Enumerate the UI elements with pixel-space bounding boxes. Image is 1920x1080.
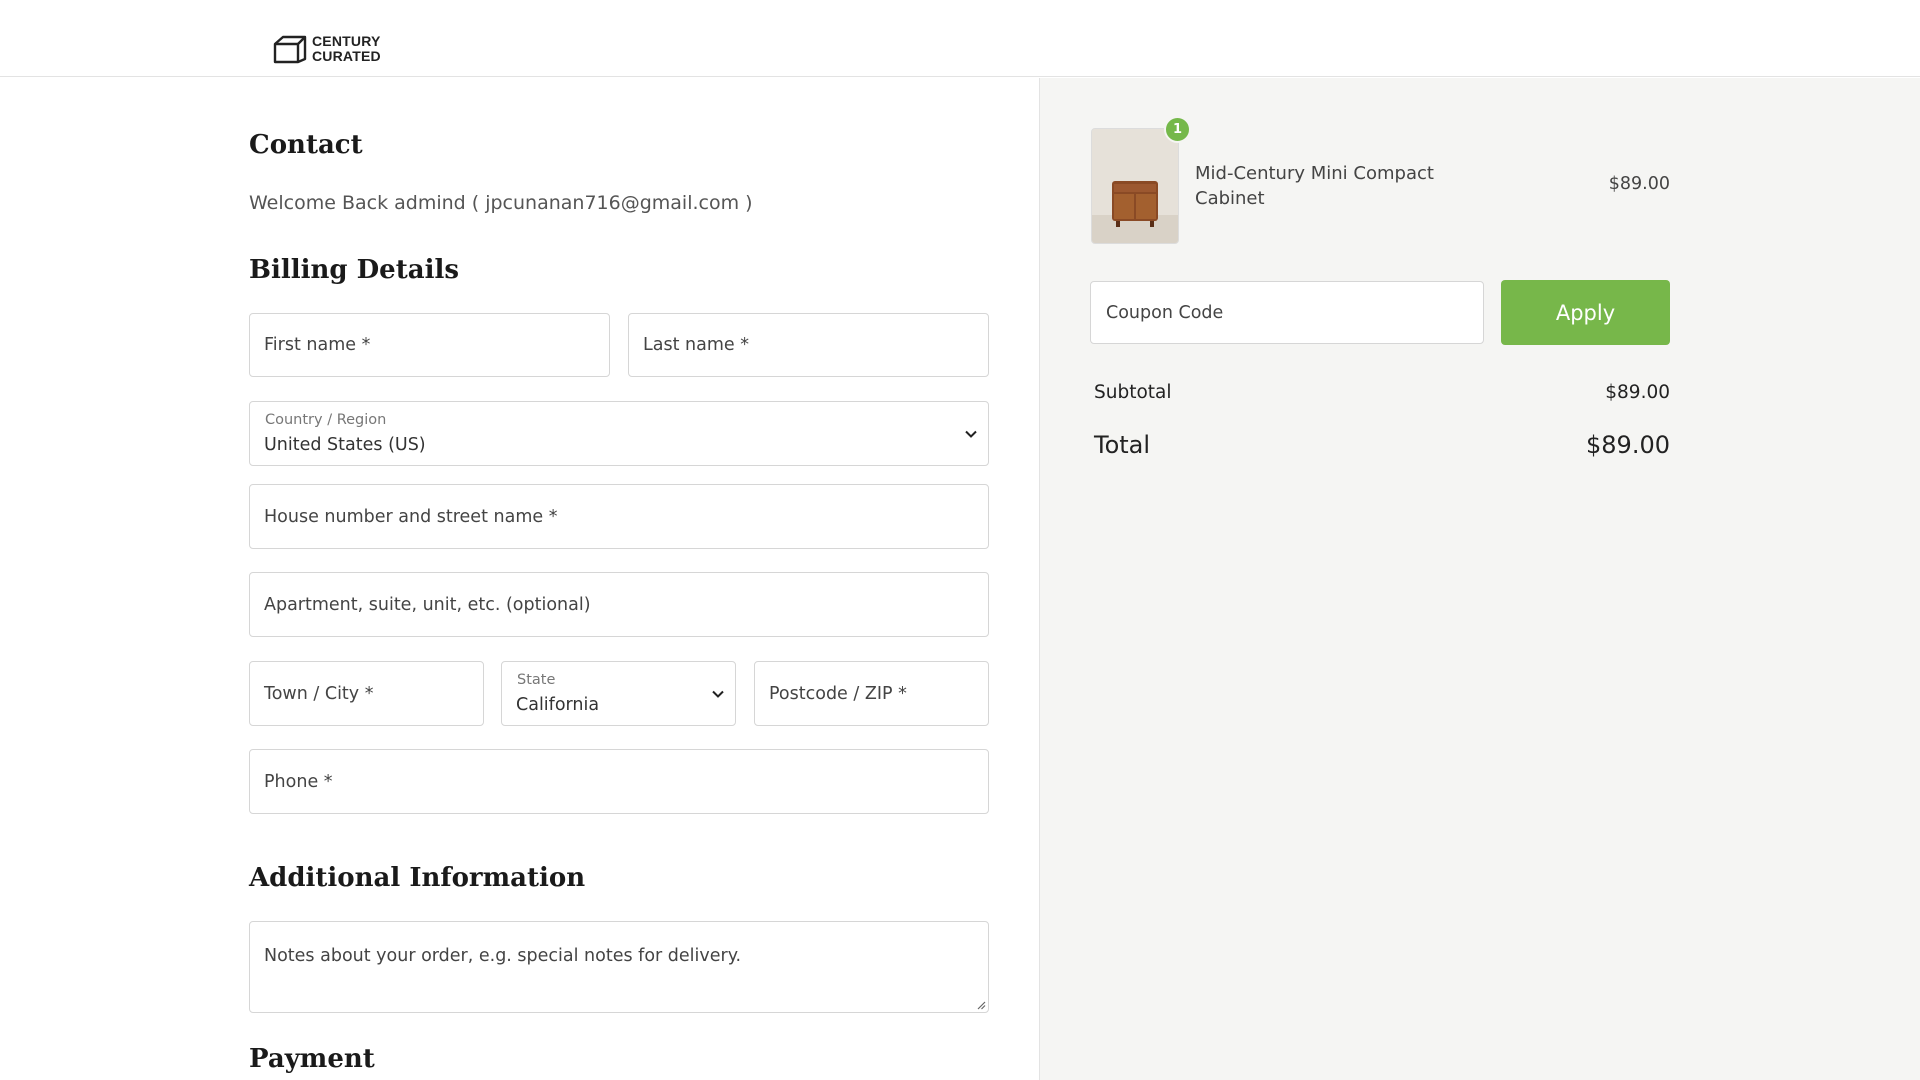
street-placeholder: House number and street name * bbox=[264, 506, 558, 527]
coupon-placeholder: Coupon Code bbox=[1106, 302, 1224, 323]
total-label: Total bbox=[1094, 431, 1151, 459]
chevron-down-icon bbox=[965, 430, 977, 438]
country-label: Country / Region bbox=[265, 412, 387, 428]
order-notes-textarea[interactable]: Notes about your order, e.g. special not… bbox=[249, 921, 989, 1013]
resize-grip-icon[interactable] bbox=[976, 1000, 986, 1010]
subtotal-value: $89.00 bbox=[1605, 382, 1670, 403]
coupon-input[interactable]: Coupon Code bbox=[1090, 281, 1484, 344]
brand-line-2: CURATED bbox=[312, 48, 381, 64]
brand-name: CENTURY CURATED bbox=[312, 34, 381, 64]
subtotal-label: Subtotal bbox=[1094, 382, 1172, 403]
product-name: Mid-Century Mini Compact Cabinet bbox=[1195, 163, 1434, 209]
zip-placeholder: Postcode / ZIP * bbox=[769, 683, 907, 704]
apply-coupon-button[interactable]: Apply bbox=[1501, 280, 1670, 345]
country-select[interactable]: Country / Region United States (US) bbox=[249, 401, 989, 466]
quantity-badge: 1 bbox=[1164, 116, 1191, 143]
chevron-down-icon bbox=[712, 690, 724, 698]
contact-title: Contact bbox=[249, 130, 363, 160]
total-value: $89.00 bbox=[1586, 431, 1670, 459]
additional-info-title: Additional Information bbox=[249, 863, 586, 893]
apartment-placeholder: Apartment, suite, unit, etc. (optional) bbox=[264, 594, 591, 615]
phone-placeholder: Phone * bbox=[264, 771, 333, 792]
apartment-field[interactable]: Apartment, suite, unit, etc. (optional) bbox=[249, 572, 989, 637]
first-name-field[interactable]: First name * bbox=[249, 313, 610, 377]
product-price: $89.00 bbox=[1608, 174, 1670, 194]
phone-field[interactable]: Phone * bbox=[249, 749, 989, 814]
last-name-placeholder: Last name * bbox=[643, 335, 749, 355]
city-placeholder: Town / City * bbox=[264, 683, 374, 704]
welcome-message: Welcome Back admind ( jpcunanan716@gmail… bbox=[249, 192, 753, 214]
country-value: United States (US) bbox=[264, 435, 426, 455]
state-label: State bbox=[517, 672, 556, 688]
logo-box-icon bbox=[273, 35, 307, 64]
last-name-field[interactable]: Last name * bbox=[628, 313, 989, 377]
site-header: CENTURY CURATED bbox=[0, 0, 1920, 77]
first-name-placeholder: First name * bbox=[264, 335, 371, 355]
cabinet-image bbox=[1092, 129, 1178, 243]
order-notes-placeholder: Notes about your order, e.g. special not… bbox=[264, 946, 742, 966]
zip-field[interactable]: Postcode / ZIP * bbox=[754, 661, 989, 726]
street-address-field[interactable]: House number and street name * bbox=[249, 484, 989, 549]
state-value: California bbox=[516, 695, 600, 715]
brand-logo[interactable]: CENTURY CURATED bbox=[272, 34, 381, 64]
billing-title: Billing Details bbox=[249, 255, 459, 285]
state-select[interactable]: State California bbox=[501, 661, 736, 726]
city-field[interactable]: Town / City * bbox=[249, 661, 484, 726]
product-thumbnail bbox=[1091, 128, 1179, 244]
brand-line-1: CENTURY bbox=[312, 33, 381, 49]
payment-title: Payment bbox=[249, 1044, 375, 1074]
